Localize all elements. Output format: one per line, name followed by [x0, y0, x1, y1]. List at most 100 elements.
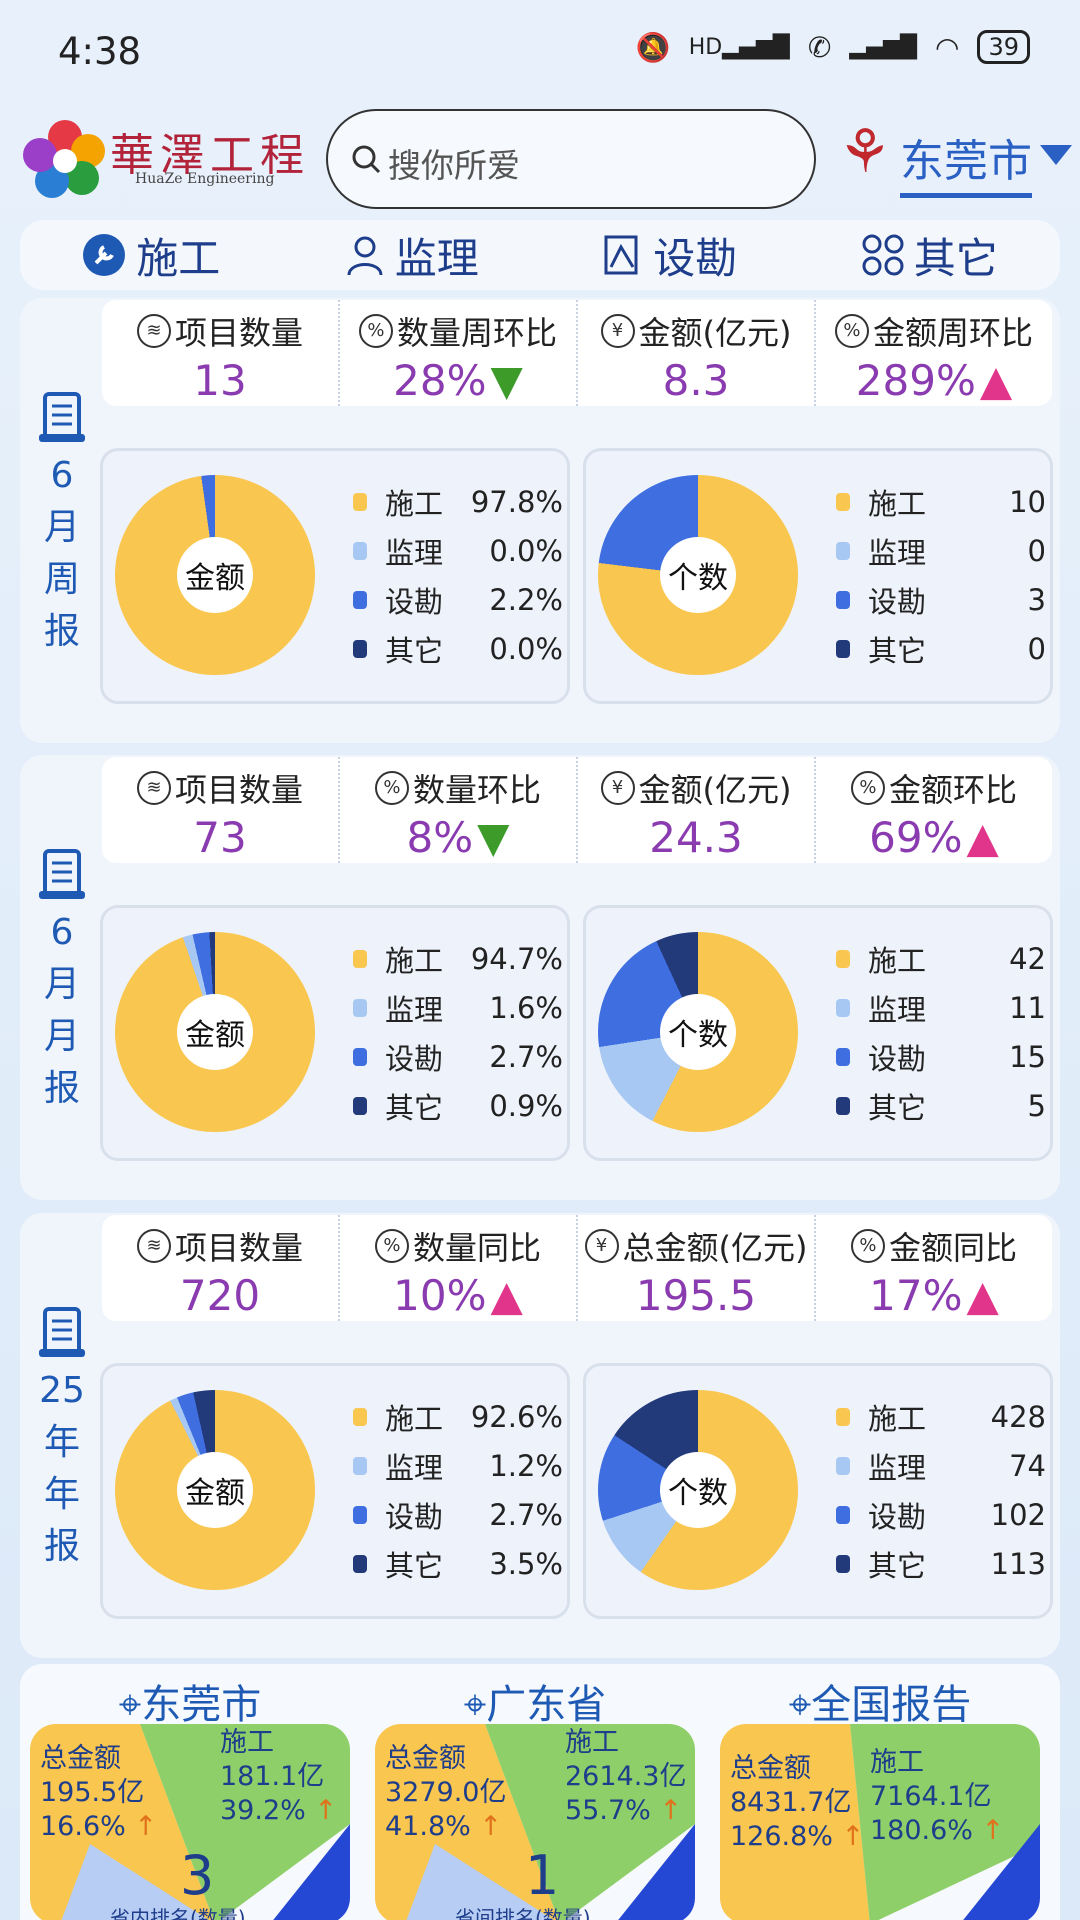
stat-item[interactable]: ¥ 金额(亿元) 24.3 [578, 757, 816, 863]
legend-name: 其它 [868, 1090, 927, 1125]
period-char: 年 [43, 1474, 80, 1515]
legend-swatch [836, 1047, 850, 1066]
legend-swatch [836, 1456, 850, 1475]
report-panel: 6 月周报 ≋ 项目数量 13% 数量周环比 28% ▼ ¥ 金额(亿元) 8.3% 金额周环比 289… [20, 298, 1060, 743]
amount-chart-card[interactable]: 金额 施工 97.8% 监理 0.0% 设勘 2.2% 其它 0.0% [100, 448, 570, 704]
legend-value: 1.2% [489, 1448, 563, 1483]
amount-chart-card[interactable]: 金额 施工 94.7% 监理 1.6% 设勘 2.7% 其它 0.9% [100, 905, 570, 1161]
yen-icon: ¥ [600, 771, 635, 805]
region-card: 总金额 3279.0亿 41.8% ↑ 施工 2614.3亿 55.7% ↑ 1 省间排… [375, 1724, 695, 1920]
legend-name: 施工 [385, 1401, 444, 1436]
period-char: 周 [43, 559, 80, 600]
stat-value: 8.3 [662, 356, 730, 405]
tab-other[interactable]: 其它 [862, 225, 998, 286]
legend-swatch [353, 1047, 367, 1066]
legend-name: 其它 [385, 1548, 444, 1583]
region-total: 总金额 8431.7亿 126.8% ↑ [730, 1753, 865, 1852]
search-icon [352, 145, 381, 174]
tab-supervision[interactable]: 监理 [345, 225, 479, 286]
stat-label: 项目数量 [174, 314, 303, 352]
legend-swatch [836, 1096, 850, 1115]
donut-chart: 金额 [115, 1390, 315, 1590]
count-chart-card[interactable]: 个数 施工 42 监理 11 设勘 15 其它 5 [583, 905, 1053, 1161]
legend-value: 11 [1009, 990, 1046, 1025]
legend-swatch [836, 949, 850, 968]
yen-icon: ¥ [600, 314, 635, 348]
percent-icon: % [374, 771, 409, 805]
stat-item[interactable]: ≋ 项目数量 720 [102, 1215, 340, 1321]
legend-name: 设勘 [868, 1499, 927, 1534]
legend-value: 3.5% [489, 1546, 563, 1581]
stat-label: 项目数量 [174, 1229, 303, 1267]
report-period-label: 25 年年报 [26, 1305, 98, 1573]
chevron-down-icon[interactable] [1040, 145, 1072, 165]
logo-subtitle: HuaZe Engineering [135, 171, 275, 187]
stat-item[interactable]: % 数量同比 10% ▲ [340, 1215, 578, 1321]
legend-value: 0.0% [489, 533, 563, 568]
stat-item[interactable]: % 金额周环比 289% ▲ [816, 300, 1052, 406]
legend-swatch [353, 590, 367, 609]
grid-icon [862, 234, 904, 276]
legend-value: 102 [990, 1497, 1046, 1532]
document-icon [39, 392, 85, 442]
chart-legend: 施工 42 监理 11 设勘 15 其它 5 [836, 934, 1046, 1130]
region-total: 总金额 3279.0亿 41.8% ↑ [385, 1743, 507, 1842]
donut-chart: 个数 [598, 1390, 798, 1590]
legend-value: 2.7% [489, 1497, 563, 1532]
city-emblem-icon: ⚘ [838, 117, 892, 187]
person-icon [347, 236, 383, 276]
stat-item[interactable]: % 金额同比 17% ▲ [816, 1215, 1052, 1321]
legend-item: 设勘 102 [836, 1490, 1046, 1539]
legend-value: 74 [1009, 1448, 1046, 1483]
region-rank-label: 省内排名(数量) [110, 1906, 246, 1920]
chart-legend: 施工 97.8% 监理 0.0% 设勘 2.2% 其它 0.0% [353, 477, 563, 673]
stat-item[interactable]: ≋ 项目数量 13 [102, 300, 340, 406]
legend-item: 设勘 2.7% [353, 1032, 563, 1081]
period-char: 25 [39, 1370, 85, 1411]
stat-value: 8% [406, 813, 474, 862]
tab-survey[interactable]: 设勘 [603, 225, 737, 286]
legend-value: 92.6% [470, 1399, 563, 1434]
city-selector[interactable]: 东莞市 [900, 125, 1032, 198]
legend-swatch [836, 639, 850, 658]
wifi-icon: ◠ [935, 30, 960, 64]
legend-item: 监理 0.0% [353, 526, 563, 575]
stat-label: 金额环比 [888, 771, 1017, 809]
chart-legend: 施工 10 监理 0 设勘 3 其它 0 [836, 477, 1046, 673]
survey-icon [604, 235, 638, 275]
region-total: 总金额 195.5亿 16.6% ↑ [40, 1743, 157, 1842]
region-construction: 施工 181.1亿 39.2% ↑ [220, 1727, 337, 1826]
legend-item: 设勘 15 [836, 1032, 1046, 1081]
region-guangdong[interactable]: ⌖广东省 总金额 3279.0亿 41.8% ↑ 施工 2614.3亿 55.7% ↑ … [365, 1664, 705, 1920]
trend-down-icon: ▼ [490, 356, 523, 405]
count-chart-card[interactable]: 个数 施工 10 监理 0 设勘 3 其它 0 [583, 448, 1053, 704]
stat-item[interactable]: ¥ 金额(亿元) 8.3 [578, 300, 816, 406]
report-panel: 6 月月报 ≋ 项目数量 73% 数量环比 8% ▼ ¥ 金额(亿元) 24.3% 金额环比 69% ▲ 金… [20, 755, 1060, 1200]
legend-item: 其它 0 [836, 624, 1046, 673]
region-national[interactable]: ⌖全国报告 总金额 8431.7亿 126.8% ↑ 施工 7164.1亿 180.6%… [710, 1664, 1050, 1920]
stat-value: 13 [193, 356, 247, 405]
stat-item[interactable]: % 金额环比 69% ▲ [816, 757, 1052, 863]
legend-value: 3 [1027, 582, 1046, 617]
legend-item: 监理 11 [836, 983, 1046, 1032]
stat-item[interactable]: % 数量环比 8% ▼ [340, 757, 578, 863]
legend-value: 0.9% [489, 1088, 563, 1123]
legend-item: 监理 74 [836, 1441, 1046, 1490]
document-icon [39, 849, 85, 899]
legend-name: 施工 [868, 1401, 927, 1436]
legend-name: 其它 [868, 1548, 927, 1583]
stat-item[interactable]: ¥ 总金额(亿元) 195.5 [578, 1215, 816, 1321]
search-placeholder: 搜你所爱 [388, 146, 520, 185]
stat-item[interactable]: % 数量周环比 28% ▼ [340, 300, 578, 406]
legend-swatch [836, 1407, 850, 1426]
donut-chart: 个数 [598, 932, 798, 1132]
legend-name: 施工 [385, 486, 444, 521]
search-input[interactable]: 搜你所爱 [326, 109, 816, 209]
legend-item: 监理 1.2% [353, 1441, 563, 1490]
count-chart-card[interactable]: 个数 施工 428 监理 74 设勘 102 其它 113 [583, 1363, 1053, 1619]
stat-item[interactable]: ≋ 项目数量 73 [102, 757, 340, 863]
region-dongguan[interactable]: ⌖东莞市 总金额 195.5亿 16.6% ↑ 施工 181.1亿 39.2% ↑ 3 … [20, 1664, 360, 1920]
region-title: ⌖东莞市 [118, 1682, 262, 1728]
amount-chart-card[interactable]: 金额 施工 92.6% 监理 1.2% 设勘 2.7% 其它 3.5% [100, 1363, 570, 1619]
tab-construction[interactable]: 施工 [82, 225, 220, 286]
